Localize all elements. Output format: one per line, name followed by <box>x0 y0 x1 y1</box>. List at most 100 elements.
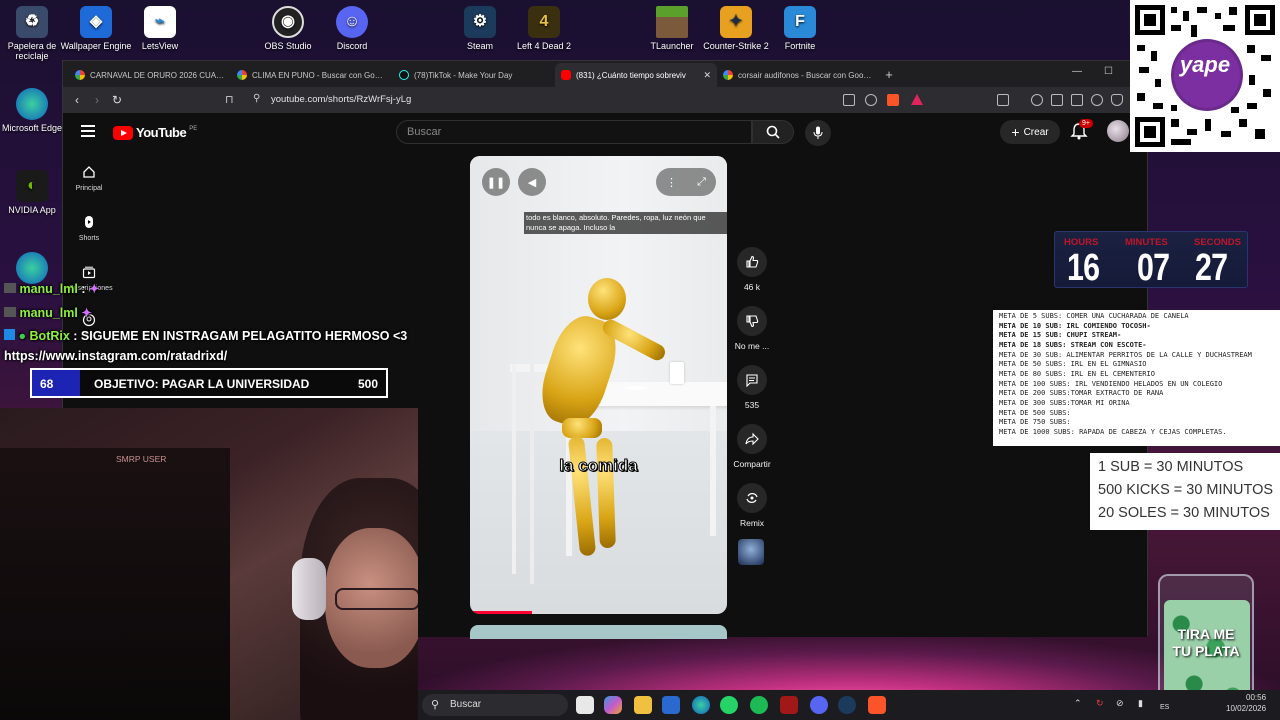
desktop-icon-fortnite[interactable]: F Fortnite <box>764 6 836 51</box>
volume-button[interactable]: ◀ <box>518 168 546 196</box>
home-icon <box>83 166 95 178</box>
yape-logo: yape <box>1179 52 1231 77</box>
desktop-icon-nvidia[interactable]: ◐ NVIDIA App <box>0 170 68 215</box>
pause-icon: ❚❚ <box>486 176 506 189</box>
dislike-button[interactable]: No me ... <box>727 306 777 351</box>
url-field[interactable]: youtube.com/shorts/RzWrFsj-yLg <box>271 94 411 105</box>
desktop-icon-counter-strike[interactable]: ✦ Counter-Strike 2 <box>700 6 772 51</box>
tray-sync-icon[interactable]: ↻ <box>1096 698 1104 709</box>
remix-button[interactable]: Remix <box>727 483 777 528</box>
shorts-icon <box>85 216 93 228</box>
video-skeleton-skull <box>588 278 626 320</box>
tab-tiktok[interactable]: (78)TikTok - Make Your Day <box>393 63 555 87</box>
short-video-player[interactable]: ❚❚ ◀ ⋮ ⤢ todo es blanco, absoluto. Pared… <box>470 156 727 614</box>
desktop-icon-tlauncher[interactable]: TLauncher <box>636 6 708 51</box>
language-indicator[interactable]: ES <box>1160 704 1169 711</box>
pause-button[interactable]: ❚❚ <box>482 168 510 196</box>
wallpaper-glow <box>418 636 1280 696</box>
video-plate <box>624 386 648 390</box>
steam-icon[interactable] <box>838 696 856 714</box>
rule-row: 1 SUB = 30 MINUTOS <box>1098 459 1244 475</box>
wallet-icon[interactable] <box>1071 94 1083 106</box>
tray-mute-icon[interactable]: ⊘ <box>1116 698 1124 709</box>
dota-icon[interactable] <box>780 696 798 714</box>
meta-row: META DE 80 SUBS: IRL EN EL CEMENTERIO <box>999 369 1155 378</box>
search-button[interactable] <box>752 120 794 144</box>
obs-icon: ◉ <box>272 6 304 38</box>
youtube-logo[interactable]: YouTube PE <box>113 125 197 140</box>
video-glass <box>670 362 684 384</box>
voice-search-button[interactable] <box>805 120 831 146</box>
folder-icon[interactable] <box>634 696 652 714</box>
tab-youtube-active[interactable]: (831) ¿Cuánto tiempo sobreviv ✕ <box>555 63 717 87</box>
desktop-icon-wallpaper-engine[interactable]: ◈ Wallpaper Engine <box>60 6 132 51</box>
sidebar-toggle-icon[interactable] <box>1051 94 1063 106</box>
search-input[interactable]: Buscar <box>396 120 752 144</box>
meta-row: META DE 30 SUB: ALIMENTAR PERRITOS DE LA… <box>999 350 1252 359</box>
comments-button[interactable]: 535 <box>727 365 777 410</box>
tray-mic-icon[interactable]: ▮ <box>1138 698 1143 709</box>
close-tab-icon[interactable]: ✕ <box>703 70 711 81</box>
chat-badge-icon <box>4 307 16 317</box>
chat-message: ● BotRix : SIGUEME EN INSTRAGAM PELAGATI… <box>4 329 407 343</box>
next-short-preview[interactable] <box>470 625 727 639</box>
tray-chevron-icon[interactable]: ⌃ <box>1074 698 1082 709</box>
leo-icon[interactable] <box>1091 94 1103 106</box>
chat-message: manu_lml ✦ <box>4 305 92 320</box>
desktop-icon-obs[interactable]: ◉ OBS Studio <box>252 6 324 51</box>
sidebar-item-shorts[interactable]: Shorts <box>69 215 109 242</box>
cast-icon[interactable] <box>843 94 855 106</box>
menu-icon[interactable] <box>81 125 95 137</box>
recycle-bin-icon: ♻ <box>16 6 48 38</box>
desktop-icon-steam[interactable]: ⚙ Steam <box>444 6 516 51</box>
taskbar-clock[interactable]: 00:56 10/02/2026 <box>1226 692 1266 714</box>
video-subtitle: la comida <box>559 456 638 476</box>
bot-badge-icon <box>4 329 15 340</box>
music-icon[interactable] <box>1031 94 1043 106</box>
video-progress-bar[interactable] <box>470 611 532 614</box>
spotify-icon[interactable] <box>750 696 768 714</box>
brave-icon[interactable] <box>868 696 886 714</box>
like-button[interactable]: 46 k <box>727 247 777 292</box>
comment-icon <box>746 374 758 387</box>
remix-icon <box>746 493 758 503</box>
chat-badge-icon <box>4 283 16 293</box>
tab-carnaval[interactable]: CARNAVAL DE ORURO 2026 CUANDO <box>69 63 231 87</box>
back-icon[interactable]: ‹ <box>67 93 87 107</box>
account-avatar[interactable] <box>1107 120 1129 142</box>
minimize-icon[interactable]: — <box>1072 66 1082 77</box>
desktop-icon-letsview[interactable]: ⌁ LetsView <box>124 6 196 51</box>
forward-icon[interactable]: › <box>87 93 107 107</box>
vpn-icon[interactable] <box>1111 94 1123 106</box>
copilot-icon[interactable] <box>604 696 622 714</box>
store-icon[interactable] <box>662 696 680 714</box>
sidebar-item-principal[interactable]: Principal <box>69 165 109 192</box>
brave-rewards-icon[interactable] <box>911 94 923 105</box>
desktop-icon-left4dead2[interactable]: 4 Left 4 Dead 2 <box>508 6 580 51</box>
whatsapp-icon[interactable] <box>720 696 738 714</box>
maximize-icon[interactable]: ☐ <box>1104 66 1113 77</box>
share-page-icon[interactable] <box>865 94 877 106</box>
meta-row: META DE 750 SUBS: <box>999 418 1071 427</box>
reload-icon[interactable]: ↻ <box>107 93 127 107</box>
file-explorer-icon[interactable] <box>576 696 594 714</box>
taskbar-search[interactable]: ⚲ Buscar <box>422 694 568 716</box>
create-button[interactable]: + Crear <box>1000 120 1060 144</box>
brave-shields-icon[interactable] <box>887 94 899 106</box>
bookmark-icon[interactable]: ⊓ <box>225 93 234 106</box>
desktop-icon-edge[interactable]: Microsoft Edge <box>0 88 68 133</box>
new-tab-button[interactable]: + <box>879 63 899 87</box>
fullscreen-icon[interactable]: ⤢ <box>697 176 706 189</box>
site-info-icon[interactable]: ⚲ <box>253 93 260 104</box>
tab-clima[interactable]: CLIMA EN PUNO - Buscar con Google <box>231 63 393 87</box>
more-options-icon[interactable]: ⋮ <box>666 176 677 189</box>
desktop-icon-recycle-bin[interactable]: ♻ Papelera de reciclaje <box>0 6 68 62</box>
desktop-icon-discord[interactable]: ☺ Discord <box>316 6 388 51</box>
discord-icon[interactable] <box>810 696 828 714</box>
edge-icon[interactable] <box>692 696 710 714</box>
screenshot-icon[interactable] <box>997 94 1009 106</box>
channel-avatar[interactable] <box>738 539 764 565</box>
tlauncher-icon <box>656 6 688 38</box>
tab-corsair[interactable]: corsair audifonos - Buscar con Google <box>717 63 879 87</box>
share-button[interactable]: Compartir <box>727 424 777 469</box>
